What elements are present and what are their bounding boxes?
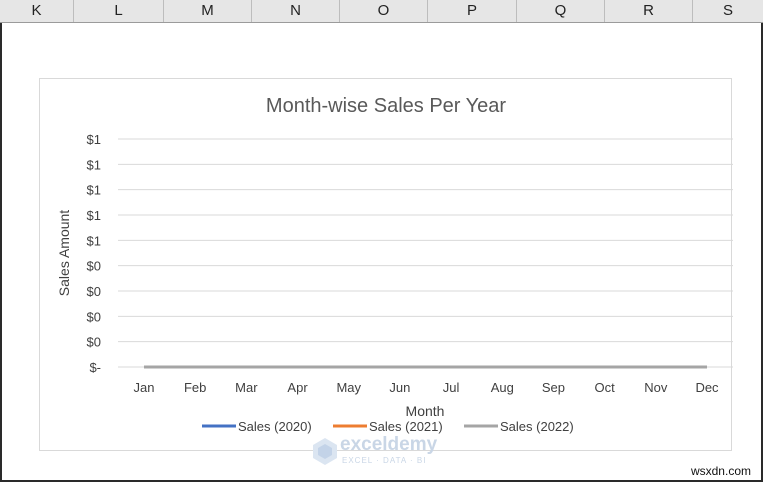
y-tick-label: $1 [87,183,101,198]
y-tick-label: $1 [87,208,101,223]
column-header-q[interactable]: Q [517,0,605,22]
x-tick-label: Sep [542,380,565,395]
x-tick-label: Nov [644,380,668,395]
y-tick-label: $- [89,360,101,375]
column-header-n[interactable]: N [252,0,340,22]
column-header-bar: K L M N O P Q R S [0,0,763,23]
legend-label: Sales (2022) [500,419,574,434]
x-tick-label: Feb [184,380,206,395]
watermark-name: exceldemy [340,434,438,455]
x-axis-title: Month [406,403,445,419]
chart-area[interactable]: Month-wise Sales Per Year Sales Amount M… [39,78,735,451]
column-header-m[interactable]: M [164,0,252,22]
y-axis-title: Sales Amount [56,210,72,296]
column-header-l[interactable]: L [74,0,164,22]
column-header-o[interactable]: O [340,0,428,22]
x-tick-label: Jun [389,380,410,395]
x-tick-label: Dec [695,380,719,395]
column-header-p[interactable]: P [428,0,517,22]
chart-title: Month-wise Sales Per Year [266,95,506,117]
line-chart: Month-wise Sales Per Year Sales Amount M… [56,95,735,434]
y-tick-label: $0 [87,284,101,299]
y-tick-label: $0 [87,335,101,350]
site-watermark: wsxdn.com [690,464,751,478]
y-tick-label: $0 [87,259,101,274]
y-tick-label: $1 [87,157,101,172]
x-tick-label: Jan [134,380,155,395]
exceldemy-logo-icon [313,438,337,465]
watermark-tagline: EXCEL · DATA · BI [342,456,427,465]
x-tick-label: Apr [287,380,308,395]
exceldemy-watermark: exceldemy EXCEL · DATA · BI [310,434,460,468]
column-header-k[interactable]: K [0,0,74,22]
x-tick-label: May [336,380,361,395]
column-header-r[interactable]: R [605,0,693,22]
column-header-s[interactable]: S [693,0,763,22]
x-tick-label: Oct [595,380,616,395]
x-tick-label: Mar [235,380,258,395]
y-tick-label: $0 [87,309,101,324]
x-tick-label: Jul [443,380,460,395]
y-tick-label: $1 [87,233,101,248]
x-tick-label: Aug [491,380,514,395]
legend-label: Sales (2021) [369,419,443,434]
y-tick-label: $1 [87,132,101,147]
legend-label: Sales (2020) [238,419,312,434]
